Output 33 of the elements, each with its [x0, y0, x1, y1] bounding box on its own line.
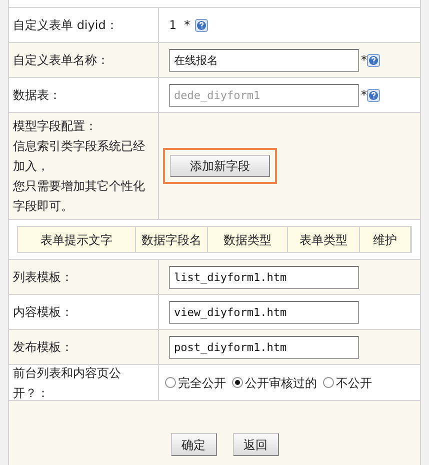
field-label: 发布模板： [13, 339, 73, 356]
field-label: 模型字段配置： [13, 118, 98, 135]
form-button[interactable]: 返回 [232, 433, 278, 456]
help-icon[interactable] [367, 54, 380, 66]
radio-button[interactable] [165, 377, 176, 388]
column-header: 数据字段名 [136, 227, 208, 252]
field-value: 1 * [169, 17, 191, 34]
radio-button[interactable] [323, 377, 334, 388]
field-label: 列表模板： [13, 269, 73, 286]
text-field[interactable]: post_diyform1.htm [169, 336, 359, 358]
field-label: 自定义表单名称： [13, 52, 109, 69]
column-header: 维护 [360, 227, 411, 252]
radio-option[interactable]: 完全公开 [165, 374, 226, 392]
column-header: 表单类型 [288, 227, 360, 252]
field-label: 信息索引类字段系统已经加入， [13, 138, 146, 175]
radio-button[interactable] [232, 377, 243, 388]
text-field[interactable]: 在线报名 [169, 48, 359, 72]
help-icon[interactable] [194, 18, 208, 32]
text-field[interactable]: list_diyform1.htm [169, 266, 359, 288]
text-field[interactable]: view_diyform1.htm [169, 300, 359, 324]
add-field-button[interactable]: 添加新字段 [170, 155, 270, 177]
field-label: 数据表： [13, 87, 61, 104]
form-button[interactable]: 确定 [170, 433, 216, 456]
radio-option[interactable]: 公开审核过的 [232, 374, 317, 392]
required-mark: * [361, 87, 367, 104]
radio-option[interactable]: 不公开 [323, 374, 372, 392]
field-label: 自定义表单 diyid： [13, 17, 118, 34]
column-header: 数据类型 [208, 227, 288, 252]
column-header: 表单提示文字 [18, 227, 136, 252]
required-mark: * [361, 52, 367, 69]
field-label: 内容模板： [13, 304, 73, 321]
field-label: 前台列表和内容页公开？： [13, 364, 122, 402]
field-label: 您只需要增加其它个性化字段即可。 [13, 178, 146, 215]
